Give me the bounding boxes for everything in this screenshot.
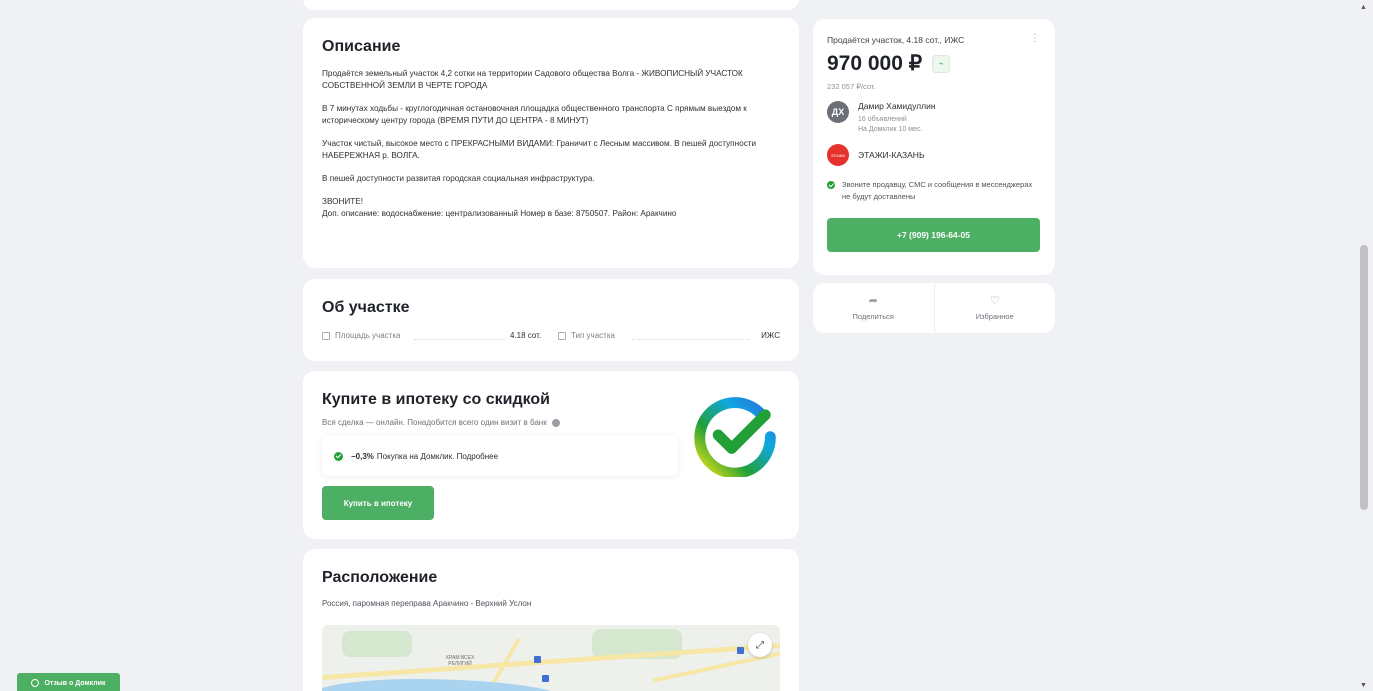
location-map[interactable]: ХРАМ ВСЕХ РЕЛИГИЙ ⤢ (322, 625, 780, 691)
dotted-leader (414, 339, 506, 340)
check-icon (334, 451, 343, 461)
feedback-icon (31, 679, 40, 687)
description-paragraph: В 7 минутах ходьбы - круглогодичная оста… (322, 104, 747, 125)
area-property: Площадь участка (322, 331, 400, 340)
heart-icon: ♡ (989, 294, 1000, 307)
map-poi-icon[interactable] (737, 647, 744, 654)
type-property: Тип участка (558, 331, 615, 340)
location-address: Россия, паромная переправа Аракчино - Ве… (322, 599, 532, 608)
agency-name: ЭТАЖИ-КАЗАНЬ (858, 150, 925, 160)
scroll-up-icon[interactable]: ▲ (1360, 4, 1367, 11)
mortgage-card: Купите в ипотеку со скидкой Вся сделка —… (303, 371, 799, 539)
mortgage-subtitle: Вся сделка — онлайн. Понадобится всего о… (322, 418, 547, 427)
agency-logo: ЭТАЖИ (827, 144, 849, 166)
contact-notice: Звоните продавцу, СМС и сообщения в месс… (827, 179, 1041, 203)
map-park (342, 631, 412, 657)
favorite-button[interactable]: ♡ Избранное (933, 283, 1056, 333)
description-title: Описание (322, 38, 401, 55)
discount-text: Покупка на Домклик. Подробнее (376, 451, 499, 461)
call-button[interactable]: +7 (909) 196-64-05 (827, 218, 1040, 252)
about-title: Об участке (322, 299, 410, 316)
description-card: Описание Продаётся земельный участок 4,2… (303, 18, 799, 268)
map-poi-icon[interactable] (534, 656, 541, 663)
feedback-label: Отзыв о Домклик (44, 679, 106, 687)
offer-title: Продаётся участок, 4.18 сот., ИЖС (827, 35, 965, 45)
avatar: ДХ (827, 101, 849, 123)
scrollbar-thumb[interactable] (1360, 245, 1368, 510)
price-trend-icon[interactable]: ⌁ (932, 54, 951, 73)
agent-name: Дамир Хамидуллин (858, 101, 936, 111)
price-row: 970 000 ₽ ⌁ (827, 51, 1041, 76)
description-paragraph: В пешей доступности развитая городская с… (322, 174, 595, 183)
info-icon[interactable] (551, 418, 560, 427)
map-water (322, 679, 572, 691)
agent-tenure: На Домклик 10 мес. (858, 126, 923, 133)
share-button[interactable]: ➦ Поделиться (813, 283, 934, 333)
buy-mortgage-button[interactable]: Купить в ипотеку (322, 486, 434, 520)
feedback-button[interactable]: Отзыв о Домклик (17, 673, 120, 691)
previous-card-edge (303, 0, 799, 10)
check-icon (827, 181, 835, 189)
location-card: Расположение Россия, паромная переправа … (303, 549, 799, 691)
description-paragraph: Доп. описание: водоснабжение: централизо… (322, 209, 677, 218)
notice-text: Звоните продавцу, СМС и сообщения в месс… (842, 180, 1033, 201)
agent[interactable]: ДХ Дамир Хамидуллин 16 объявлений На Дом… (827, 101, 1041, 135)
type-label: Тип участка (571, 331, 615, 340)
plot-type-icon (558, 331, 566, 340)
agent-listings: 16 объявлений (858, 116, 907, 123)
map-poi-icon[interactable] (542, 675, 549, 682)
description-paragraph: Продаётся земельный участок 4,2 сотки на… (322, 69, 743, 90)
location-title: Расположение (322, 569, 438, 586)
page-scrollbar[interactable]: ▲ ▼ (1356, 0, 1373, 691)
discount-value: −0,3% (351, 451, 374, 461)
more-vertical-icon[interactable]: ⋮ (1030, 33, 1040, 44)
price: 970 000 ₽ (827, 52, 923, 75)
description-text: Продаётся земельный участок 4,2 сотки на… (322, 68, 780, 220)
description-paragraph: Участок чистый, высокое место с ПРЕКРАСН… (322, 139, 757, 160)
area-value: 4.18 сот. (510, 331, 542, 340)
share-label: Поделиться (852, 311, 894, 321)
favorite-label: Избранное (975, 311, 1014, 321)
area-icon (322, 331, 330, 340)
map-label: ХРАМ ВСЕХ РЕЛИГИЙ (445, 655, 475, 667)
type-value: ИЖС (761, 331, 780, 340)
description-paragraph: ЗВОНИТЕ! (322, 197, 364, 206)
expand-map-icon[interactable]: ⤢ (748, 633, 772, 657)
share-icon: ➦ (868, 294, 878, 307)
area-label: Площадь участка (335, 331, 401, 340)
agent-info: Дамир Хамидуллин 16 объявлений На Домкли… (858, 101, 936, 135)
agency[interactable]: ЭТАЖИ ЭТАЖИ-КАЗАНЬ (827, 144, 1041, 166)
sber-logo-icon (694, 397, 776, 477)
offer-card: Продаётся участок, 4.18 сот., ИЖС ⋮ 970 … (813, 19, 1055, 275)
discount-offer[interactable]: −0,3% Покупка на Домклик. Подробнее (322, 436, 678, 476)
actions-card: ➦ Поделиться ♡ Избранное (813, 283, 1055, 333)
about-plot-card: Об участке Площадь участка 4.18 сот. Тип… (303, 279, 799, 361)
scroll-down-icon[interactable]: ▼ (1360, 682, 1367, 689)
about-properties: Площадь участка 4.18 сот. Тип участка ИЖ… (322, 331, 780, 343)
dotted-leader (632, 339, 750, 340)
price-per-unit: 232 057 ₽/сот. (827, 82, 876, 91)
